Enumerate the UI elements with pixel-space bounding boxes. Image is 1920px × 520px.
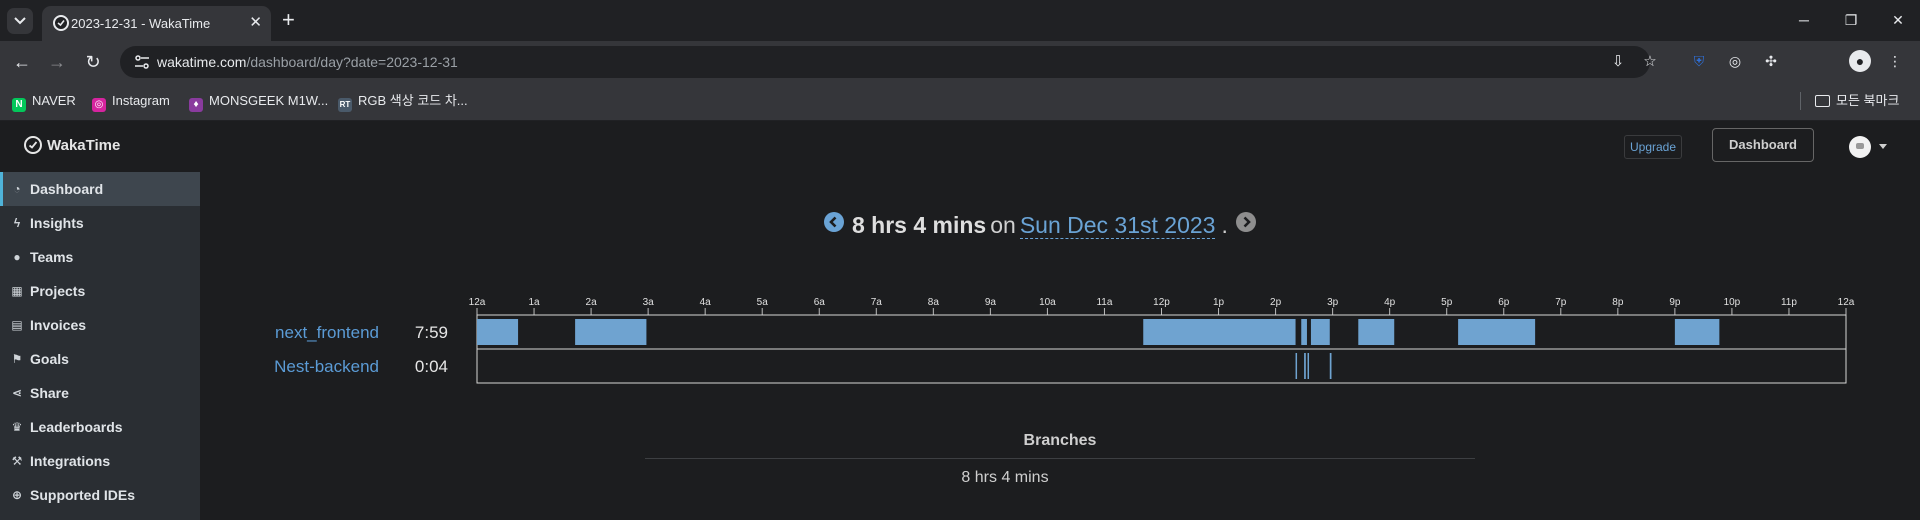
timeline-segment <box>1304 353 1306 379</box>
x-tick-label: 6a <box>814 297 826 308</box>
timeline-segment <box>1295 353 1298 379</box>
bookmark-label: NAVER <box>32 93 76 108</box>
x-tick-label: 1p <box>1213 297 1225 308</box>
x-tick-label: 9a <box>985 297 997 308</box>
x-tick-label: 2p <box>1270 297 1282 308</box>
instagram-icon: ◎ <box>92 98 106 112</box>
x-tick-label: 12a <box>469 297 486 308</box>
x-tick-label: 8p <box>1612 297 1624 308</box>
x-tick-label: 4a <box>700 297 712 308</box>
bookmarks-bar: N NAVER ◎ Instagram ♦ MONSGEEK M1W... RT RGB… <box>0 81 1920 121</box>
profile-avatar-icon[interactable]: ● <box>1849 50 1871 72</box>
tab-title: 2023-12-31 - WakaTime <box>71 16 211 31</box>
x-tick-label: 3a <box>643 297 655 308</box>
x-tick-label: 10a <box>1039 297 1056 308</box>
bookmark-instagram[interactable]: ◎ Instagram <box>92 91 170 112</box>
site-info-icon[interactable] <box>134 54 150 70</box>
bookmark-label: RGB 색상 코드 차... <box>358 93 468 108</box>
timeline-segment <box>1329 353 1332 379</box>
password-manager-extension-icon[interactable]: ⛨ <box>1688 50 1710 72</box>
bookmark-naver[interactable]: N NAVER <box>12 91 76 112</box>
browser-tab[interactable]: 2023-12-31 - WakaTime ✕ <box>42 6 271 41</box>
x-tick-label: 9p <box>1669 297 1681 308</box>
reload-button[interactable]: ↻ <box>82 51 104 73</box>
x-tick-label: 8a <box>928 297 940 308</box>
x-tick-label: 5a <box>757 297 769 308</box>
tab-search-button[interactable] <box>7 8 33 34</box>
x-tick-label: 11p <box>1781 297 1797 308</box>
bookmarks-divider <box>1800 92 1801 110</box>
timeline-segment <box>1310 319 1330 345</box>
minimize-button[interactable]: ─ <box>1791 8 1817 32</box>
timeline-segment <box>1674 319 1720 345</box>
x-tick-label: 2a <box>586 297 598 308</box>
timeline-segment <box>575 319 647 345</box>
bookmark-label: Instagram <box>112 93 170 108</box>
browser-toolbar: ← → ↻ wakatime.com/dashboard/day?date=20… <box>0 41 1920 109</box>
tab-close-icon[interactable]: ✕ <box>249 14 262 32</box>
branches-total: 8 hrs 4 mins <box>961 469 1049 486</box>
timeline-segment <box>477 319 519 345</box>
x-tick-label: 7p <box>1555 297 1567 308</box>
naver-icon: N <box>12 98 26 112</box>
glasses-extension-icon[interactable]: ◎ <box>1724 50 1746 72</box>
bookmark-monsgeek[interactable]: ♦ MONSGEEK M1W... <box>189 91 329 112</box>
forward-button[interactable]: → <box>46 51 68 73</box>
url-path: /dashboard/day?date=2023-12-31 <box>246 54 458 70</box>
branches-title: Branches <box>1023 432 1097 449</box>
close-window-button[interactable]: ✕ <box>1885 8 1911 32</box>
branches-divider <box>645 458 1475 459</box>
x-tick-label: 1a <box>528 297 540 308</box>
all-bookmarks-label: 모든 북마크 <box>1836 93 1900 108</box>
browser-menu-icon[interactable]: ⋮ <box>1884 50 1906 72</box>
timeline-row-frame <box>476 348 1847 384</box>
back-button[interactable]: ← <box>11 51 33 73</box>
folder-icon <box>1815 95 1830 107</box>
x-tick-label: 5p <box>1441 297 1453 308</box>
address-bar[interactable]: wakatime.com/dashboard/day?date=2023-12-… <box>120 46 1657 78</box>
x-tick-label: 11a <box>1096 297 1112 308</box>
timeline-segment <box>1307 353 1310 379</box>
bookmark-rgb[interactable]: RT RGB 색상 코드 차... <box>338 91 468 112</box>
wakatime-page: WakaTime Upgrade Dashboard ◔ Dashboard ϟI… <box>0 121 1920 520</box>
timeline-segment <box>1143 319 1296 345</box>
all-bookmarks-folder[interactable]: 모든 북마크 <box>1815 91 1899 111</box>
new-tab-button[interactable]: + <box>282 9 295 31</box>
x-tick-label: 4p <box>1384 297 1396 308</box>
url-host: wakatime.com <box>157 54 247 70</box>
install-app-icon[interactable]: ⇩ <box>1608 52 1628 72</box>
browser-tabstrip: 2023-12-31 - WakaTime ✕ + ─ ❐ ✕ <box>0 0 1920 41</box>
url-text: wakatime.com/dashboard/day?date=2023-12-… <box>157 54 458 70</box>
bookmark-star-icon[interactable]: ☆ <box>1640 52 1660 72</box>
timeline-segment <box>1358 319 1395 345</box>
chevron-down-icon <box>14 17 26 25</box>
timeline-segment <box>1458 319 1536 345</box>
monsgeek-icon: ♦ <box>189 98 203 112</box>
x-tick-label: 6p <box>1498 297 1510 308</box>
x-tick-label: 12a <box>1838 297 1855 308</box>
bookmark-label: MONSGEEK M1W... <box>209 93 329 108</box>
extensions-puzzle-icon[interactable]: ✣ <box>1760 50 1782 72</box>
rgb-icon: RT <box>338 98 352 112</box>
x-tick-label: 10p <box>1724 297 1741 308</box>
timeline-chart: 12a 1a 2a 3a 4a 5a 6a 7a 8a 9a 10a 11a 12p 1p 2p 3p 4p 5p… <box>469 297 1855 384</box>
x-tick-label: 7a <box>871 297 883 308</box>
x-tick-label: 3p <box>1327 297 1339 308</box>
maximize-button[interactable]: ❐ <box>1838 8 1864 32</box>
wakatime-favicon-icon <box>53 15 69 31</box>
x-tick-label: 12p <box>1153 297 1170 308</box>
timeline-segment <box>1301 319 1307 345</box>
